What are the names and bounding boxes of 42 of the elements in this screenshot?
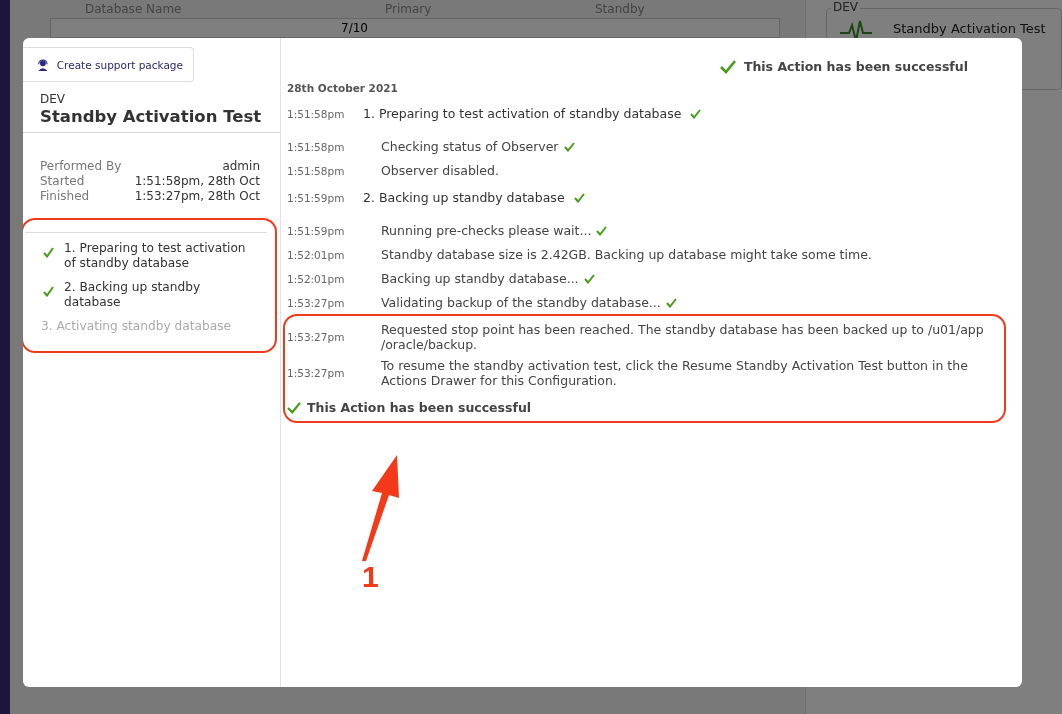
log-message: Requested stop point has been reached. The standby database has been backed up to /u01/app /oracle/backup. bbox=[380, 322, 985, 352]
log-time: 1:51:59pm bbox=[287, 225, 346, 237]
log-message: To resume the standby activation test, click the Resume Standby Activation Test button in the Actions Drawer for this Configuration. bbox=[380, 358, 969, 388]
log-time: 1:53:27pm bbox=[287, 297, 346, 309]
log-time: 1:52:01pm bbox=[287, 273, 346, 285]
check-icon bbox=[287, 401, 301, 414]
count-text: 7/10 bbox=[341, 21, 368, 35]
log-time: 1:53:27pm bbox=[287, 331, 346, 343]
detail-label: Performed By bbox=[40, 159, 122, 174]
check-icon bbox=[719, 59, 736, 74]
log-message: Standby database size is 2.42GB. Backing up database might take some time. bbox=[380, 247, 873, 262]
detail-value: 1:53:27pm, 28th Oct bbox=[134, 189, 260, 204]
success-message: This Action has been successful bbox=[287, 400, 996, 415]
step-label: 2. Backing up standby database bbox=[64, 280, 202, 310]
detail-label: Started bbox=[40, 174, 85, 189]
log-message: Backing up standby database... bbox=[353, 271, 1006, 286]
log-time: 1:51:58pm bbox=[287, 108, 346, 120]
log-time: 1:51:59pm bbox=[287, 192, 346, 204]
config-name: DEV bbox=[40, 92, 67, 106]
annotation-number: 1 bbox=[362, 560, 379, 594]
log-message: Validating backup of the standby database... bbox=[353, 295, 1006, 310]
log-time: 1:51:58pm bbox=[287, 141, 346, 153]
log-message: Checking status of Observer bbox=[353, 139, 1006, 154]
detail-value: 1:51:58pm, 28th Oct bbox=[134, 174, 260, 189]
log-message: Running pre-checks please wait... bbox=[353, 223, 1006, 238]
support-agent-icon bbox=[37, 57, 49, 72]
log-message: Observer disabled. bbox=[380, 163, 500, 178]
success-message: This Action has been successful bbox=[719, 59, 968, 74]
step-label: 3. Activating standby database bbox=[41, 319, 233, 334]
detail-label: Finished bbox=[40, 189, 90, 204]
card-title: Standby Activation Test bbox=[893, 21, 1046, 36]
action-title: Standby Activation Test bbox=[40, 107, 263, 126]
step-label: 1. Preparing to test activation of standby database bbox=[64, 241, 247, 271]
log-date: 28th October 2021 bbox=[287, 82, 399, 94]
card-legend: DEV bbox=[831, 0, 861, 14]
log-message: 2. Backing up standby database bbox=[363, 190, 1006, 205]
log-time: 1:53:27pm bbox=[287, 367, 346, 379]
create-support-package-button[interactable]: Create support package bbox=[23, 47, 194, 82]
log-time: 1:51:58pm bbox=[287, 165, 346, 177]
log-time: 1:52:01pm bbox=[287, 249, 346, 261]
detail-value: admin bbox=[222, 159, 260, 174]
log-message: 1. Preparing to test activation of standby database bbox=[363, 106, 1006, 121]
